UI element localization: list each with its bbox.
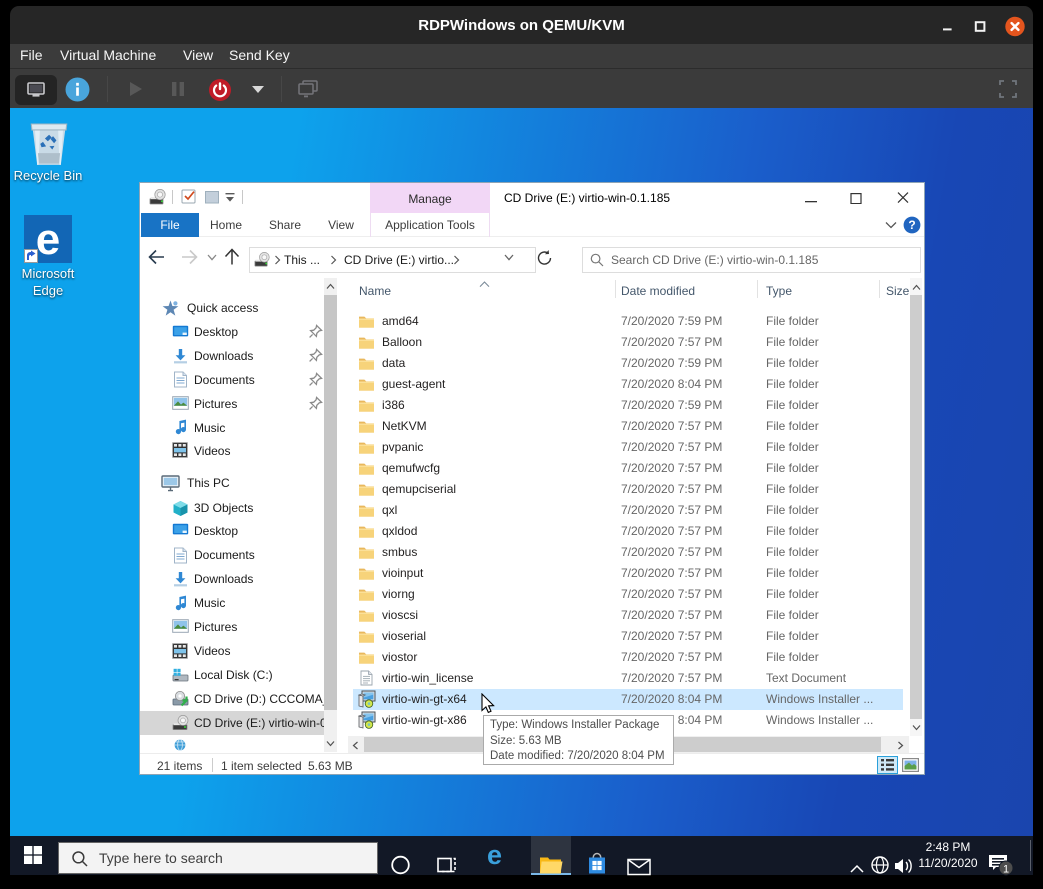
svg-text:?: ? — [908, 218, 915, 232]
svg-text:1: 1 — [1003, 863, 1009, 875]
